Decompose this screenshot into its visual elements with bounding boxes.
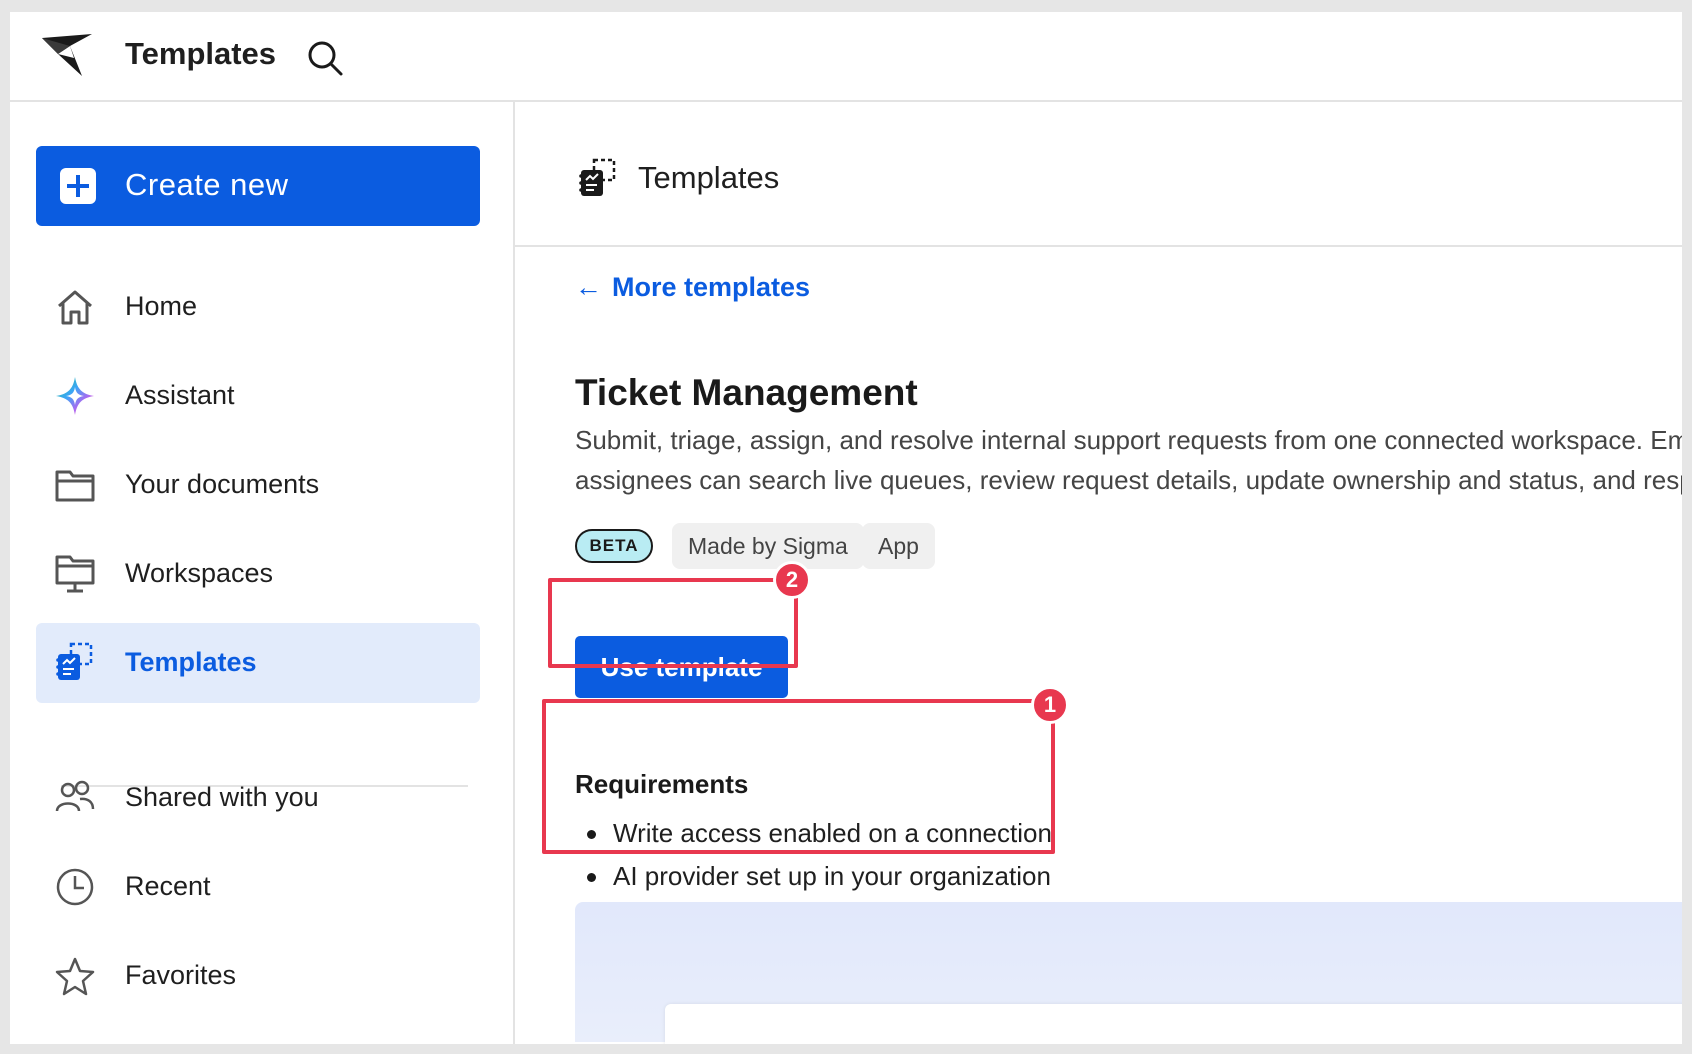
arrow-left-icon: ← (575, 272, 602, 302)
search-icon[interactable] (305, 38, 345, 78)
sidebar-item-templates[interactable]: Templates (36, 623, 480, 703)
templates-icon (56, 642, 93, 680)
sidebar-item-home[interactable]: Home (36, 267, 480, 347)
sidebar-item-label: Home (125, 291, 198, 321)
top-bar: Templates (10, 12, 1682, 102)
preview-window (665, 1004, 1682, 1044)
sidebar-item-label: Assistant (125, 380, 235, 410)
sidebar-item-your-documents[interactable]: Your documents (36, 445, 480, 525)
sidebar-item-label: Shared with you (125, 782, 319, 812)
more-templates-label: More templates (612, 272, 811, 302)
folder-icon (55, 470, 95, 502)
sidebar-item-label: Your documents (125, 469, 320, 499)
page-title: Templates (638, 160, 780, 195)
sidebar-item-recent[interactable]: Recent (36, 847, 480, 927)
callout-box-2 (548, 578, 798, 668)
star-icon (55, 957, 95, 996)
description-line: assignees can search live queues, review… (575, 465, 1682, 495)
template-title: Ticket Management (575, 372, 918, 413)
clock-icon (56, 868, 94, 906)
assistant-sparkle-icon (56, 377, 94, 415)
app-title: Templates (125, 36, 277, 71)
create-new-button[interactable]: Create new (36, 146, 480, 226)
sidebar-item-label: Favorites (125, 960, 237, 990)
sigma-logo-icon[interactable] (40, 32, 94, 78)
sidebar: Create new Home Assistant Your documents… (10, 102, 515, 1044)
workspace-icon (55, 555, 95, 593)
plus-icon (60, 168, 96, 204)
sidebar-item-favorites[interactable]: Favorites (36, 936, 480, 1016)
sidebar-item-label: Recent (125, 871, 211, 901)
callout-number-2: 2 (773, 561, 811, 599)
sidebar-item-assistant[interactable]: Assistant (36, 356, 480, 436)
people-icon (55, 780, 95, 812)
list-item: AI provider set up in your organization (575, 855, 1052, 898)
templates-icon (579, 158, 616, 196)
callout-number-1: 1 (1031, 686, 1069, 724)
sidebar-item-shared-with-you[interactable]: Shared with you (36, 758, 480, 838)
sidebar-item-label: Workspaces (125, 558, 274, 588)
beta-badge: BETA (575, 529, 653, 563)
description-line: Submit, triage, assign, and resolve inte… (575, 425, 1682, 455)
home-icon (58, 290, 92, 325)
made-by-chip: Made by Sigma (672, 523, 864, 569)
app-window: Templates Create new Home Assistant Your… (10, 12, 1682, 1044)
callout-box-1 (542, 699, 1055, 854)
create-new-label: Create new (125, 167, 289, 202)
sidebar-item-label: Templates (125, 647, 257, 677)
template-description: Submit, triage, assign, and resolve inte… (575, 420, 1682, 500)
template-preview (575, 902, 1682, 1044)
main-content: Templates ← More templates Ticket Managem… (515, 102, 1682, 1044)
sidebar-item-workspaces[interactable]: Workspaces (36, 534, 480, 614)
type-chip: App (862, 523, 935, 569)
more-templates-link[interactable]: ← More templates (575, 272, 810, 303)
main-header: Templates (515, 102, 1682, 247)
